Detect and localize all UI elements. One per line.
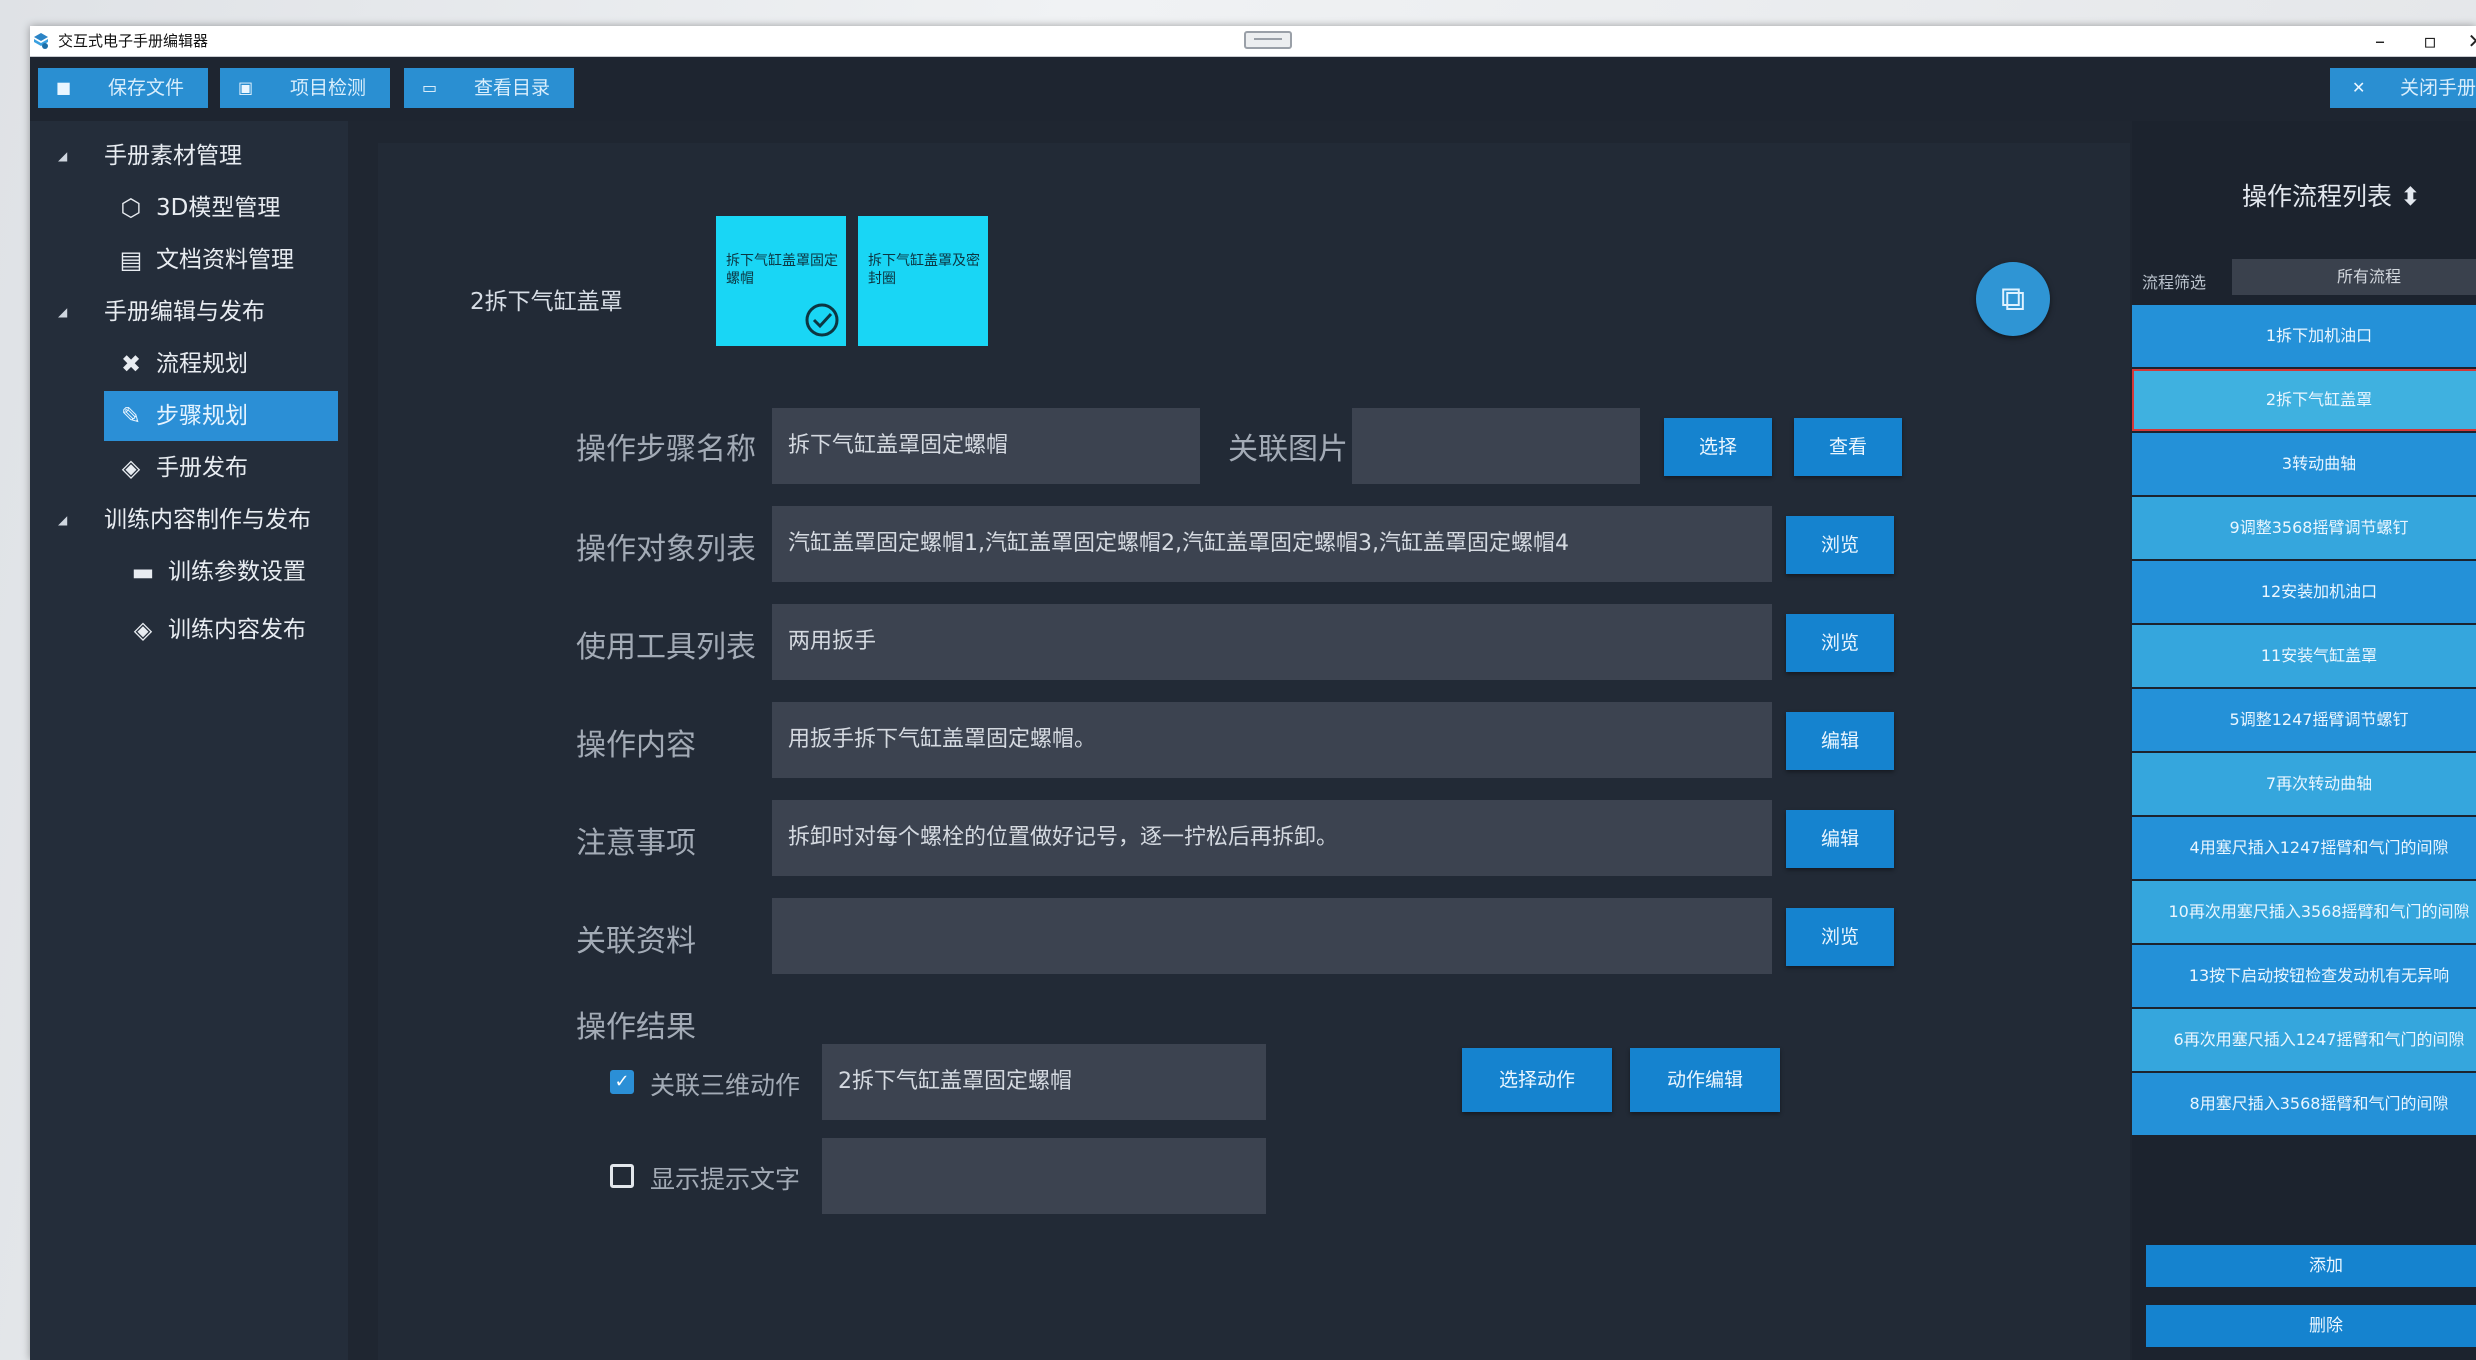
toolbar	[30, 57, 2476, 111]
browse-tools-button[interactable]: 浏览	[1786, 614, 1894, 672]
app-window: 交互式电子手册编辑器 – ▫ ✕ ■ 保存文件 ▣ 项目检测 ▭ 查看目录 ✕ …	[30, 26, 2476, 1360]
link3d-field[interactable]: 2拆下气缸盖罩固定螺帽	[822, 1044, 1266, 1120]
sidebar-item-flow-planning[interactable]: ✖ 流程规划	[104, 339, 338, 389]
current-flow-title: 2拆下气缸盖罩	[470, 289, 623, 315]
close-icon: ✕	[2352, 78, 2366, 97]
hint-label: 显示提示文字	[650, 1165, 801, 1194]
notes-field[interactable]: 拆卸时对每个螺栓的位置做好记号，逐一拧松后再拆卸。	[772, 800, 1772, 876]
sidebar-group-assets[interactable]: ◢ 手册素材管理	[30, 133, 348, 179]
flow-list-item[interactable]: 6再次用塞尺插入1247摇臂和气门的间隙	[2132, 1009, 2476, 1071]
flow-list-item[interactable]: 4用塞尺插入1247摇臂和气门的间隙	[2132, 817, 2476, 879]
tools-field[interactable]: 两用扳手	[772, 604, 1772, 680]
flow-list-item[interactable]: 3转动曲轴	[2132, 433, 2476, 495]
edit-notes-button[interactable]: 编辑	[1786, 810, 1894, 868]
flow-list-item[interactable]: 13按下启动按钮检查发动机有无异响	[2132, 945, 2476, 1007]
flow-list-item[interactable]: 9调整3568摇臂调节螺钉	[2132, 497, 2476, 559]
app-title: 交互式电子手册编辑器	[58, 32, 209, 50]
content-field[interactable]: 用扳手拆下气缸盖罩固定螺帽。	[772, 702, 1772, 778]
flow-list-item[interactable]: 11安装气缸盖罩	[2132, 625, 2476, 687]
link3d-checkbox[interactable]: ✓	[610, 1070, 634, 1094]
tools-label: 使用工具列表	[576, 630, 756, 665]
add-flow-button[interactable]: 添加	[2146, 1245, 2476, 1287]
sidebar-group-edit-publish[interactable]: ◢ 手册编辑与发布	[30, 289, 348, 335]
sort-icon: ⬍	[2392, 182, 2421, 211]
sidebar-item-documents[interactable]: ▤ 文档资料管理	[104, 235, 338, 285]
document-icon: ▤	[119, 246, 143, 274]
close-button[interactable]: ✕	[2454, 27, 2476, 55]
link3d-label: 关联三维动作	[650, 1071, 801, 1100]
step-name-label: 操作步骤名称	[576, 432, 756, 467]
cube-icon: ⬡	[120, 194, 142, 222]
sidebar: ◢ 手册素材管理 ⬡ 3D模型管理 ▤ 文档资料管理 ◢ 手册编辑与发布 ✖ 流…	[30, 121, 348, 1360]
view-catalog-button[interactable]: ▭ 查看目录	[404, 68, 574, 108]
objects-label: 操作对象列表	[576, 532, 756, 567]
add-copy-icon: ⧉	[2000, 279, 2026, 319]
save-file-button[interactable]: ■ 保存文件	[38, 68, 208, 108]
flow-list-item[interactable]: 7再次转动曲轴	[2132, 753, 2476, 815]
filter-label: 流程筛选	[2142, 273, 2207, 292]
flow-list-item[interactable]: 10再次用塞尺插入3568摇臂和气门的间隙	[2132, 881, 2476, 943]
image-label: 关联图片	[1228, 432, 1348, 467]
objects-field[interactable]: 汽缸盖罩固定螺帽1,汽缸盖罩固定螺帽2,汽缸盖罩固定螺帽3,汽缸盖罩固定螺帽4	[772, 506, 1772, 582]
materials-field[interactable]	[772, 898, 1772, 974]
result-label: 操作结果	[576, 1010, 696, 1045]
sidebar-item-manual-publish[interactable]: ◈ 手册发布	[104, 443, 338, 493]
collapse-icon: ◢	[58, 305, 68, 319]
flow-list-item[interactable]: 8用塞尺插入3568摇臂和气门的间隙	[2132, 1073, 2476, 1135]
image-field[interactable]	[1352, 408, 1640, 484]
sidebar-group-training[interactable]: ◢ 训练内容制作与发布	[30, 497, 348, 543]
sidebar-item-training-publish[interactable]: ◈ 训练内容发布	[116, 605, 350, 655]
edit-content-button[interactable]: 编辑	[1786, 712, 1894, 770]
title-bar: 交互式电子手册编辑器 – ▫ ✕	[30, 26, 2476, 57]
step-thumbnail[interactable]: 拆下气缸盖罩固定螺帽	[716, 216, 846, 346]
collapse-icon: ◢	[58, 513, 68, 527]
project-check-button[interactable]: ▣ 项目检测	[220, 68, 390, 108]
save-icon: ■	[56, 78, 72, 97]
sidebar-item-step-planning[interactable]: ✎ 步骤规划	[104, 391, 338, 441]
hint-checkbox[interactable]	[610, 1164, 634, 1188]
check-icon: ▣	[238, 78, 254, 97]
browse-objects-button[interactable]: 浏览	[1786, 516, 1894, 574]
layers-icon: ◈	[133, 616, 153, 644]
view-image-button[interactable]: 查看	[1794, 418, 1902, 476]
flow-list-title[interactable]: 操作流程列表 ⬍	[2242, 177, 2421, 213]
step-thumbnail[interactable]: 拆下气缸盖罩及密封圈	[858, 216, 988, 346]
flow-list-item-selected[interactable]: 2拆下气缸盖罩	[2132, 369, 2476, 431]
flow-list-panel: 操作流程列表 ⬍ 流程筛选 所有流程 ▼ 1拆下加机油口 2拆下气缸盖罩 3转动…	[2132, 121, 2476, 1360]
catalog-icon: ▭	[422, 78, 438, 97]
delete-flow-button[interactable]: 删除	[2146, 1305, 2476, 1347]
minimize-button[interactable]: –	[2358, 27, 2402, 55]
flow-list-item[interactable]: 12安装加机油口	[2132, 561, 2476, 623]
sidebar-item-3d-models[interactable]: ⬡ 3D模型管理	[104, 183, 338, 233]
flow-list-item[interactable]: 1拆下加机油口	[2132, 305, 2476, 367]
close-manual-button[interactable]: ✕ 关闭手册	[2330, 68, 2476, 108]
materials-label: 关联资料	[576, 924, 696, 959]
browse-materials-button[interactable]: 浏览	[1786, 908, 1894, 966]
tools-icon: ✖	[120, 350, 142, 378]
flow-filter-select[interactable]: 所有流程 ▼	[2232, 259, 2476, 295]
app-logo-icon	[34, 33, 48, 49]
flow-list-item[interactable]: 5调整1247摇臂调节螺钉	[2132, 689, 2476, 751]
edit-icon: ✎	[120, 402, 142, 430]
drag-handle[interactable]	[1244, 31, 1292, 49]
controller-icon: ▬	[131, 558, 155, 586]
notes-label: 注意事项	[576, 826, 696, 861]
action-edit-button[interactable]: 动作编辑	[1630, 1048, 1780, 1112]
select-image-button[interactable]: 选择	[1664, 418, 1772, 476]
layers-icon: ◈	[121, 454, 141, 482]
select-action-button[interactable]: 选择动作	[1462, 1048, 1612, 1112]
sidebar-item-training-params[interactable]: ▬ 训练参数设置	[116, 547, 350, 597]
check-circle-icon	[805, 303, 839, 337]
hint-field[interactable]	[822, 1138, 1266, 1214]
maximize-button[interactable]: ▫	[2408, 27, 2452, 55]
add-step-button[interactable]: ⧉	[1976, 262, 2050, 336]
step-name-field[interactable]: 拆下气缸盖罩固定螺帽	[772, 408, 1200, 484]
content-label: 操作内容	[576, 728, 696, 763]
collapse-icon: ◢	[58, 149, 68, 163]
